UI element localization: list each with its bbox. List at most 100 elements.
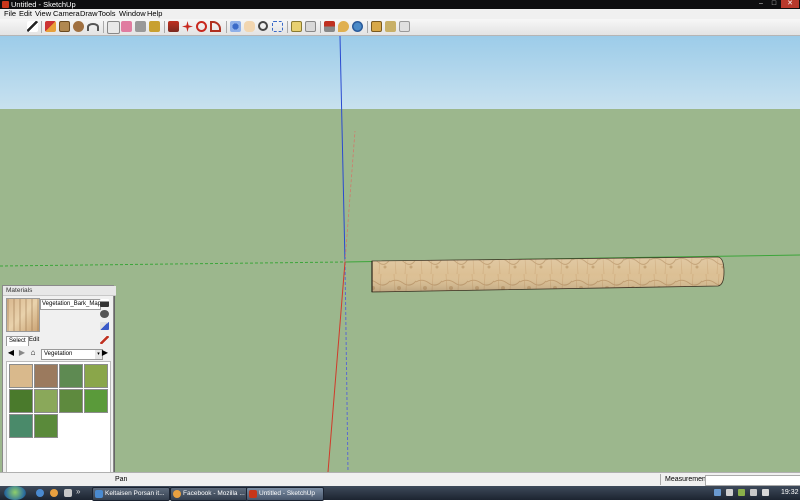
components-icon[interactable] xyxy=(371,21,382,32)
menu-draw[interactable]: Draw xyxy=(80,9,98,19)
measurements-input[interactable] xyxy=(705,475,800,486)
material-swatch[interactable] xyxy=(9,364,33,388)
menu-window[interactable]: Window xyxy=(119,9,146,19)
push-pull-icon[interactable] xyxy=(168,21,179,32)
drawing-viewport[interactable] xyxy=(0,36,800,472)
clock[interactable]: 19:32 xyxy=(781,486,799,500)
material-swatch[interactable] xyxy=(84,364,108,388)
firefox-icon[interactable] xyxy=(50,489,58,497)
model-canvas xyxy=(0,36,800,472)
volume-icon[interactable] xyxy=(750,489,757,496)
red-axis xyxy=(327,261,346,472)
materials-panel-title[interactable]: Materials xyxy=(3,286,116,296)
tape-measure-icon[interactable] xyxy=(135,21,146,32)
firefox-icon xyxy=(173,490,181,498)
pan-icon[interactable] xyxy=(244,21,255,32)
paint-bucket-icon[interactable] xyxy=(149,21,160,32)
menu-edit[interactable]: Edit xyxy=(19,9,32,19)
zoom-extents-icon[interactable] xyxy=(272,21,283,32)
google-earth-icon[interactable] xyxy=(352,21,363,32)
zoom-icon[interactable] xyxy=(258,21,268,31)
show-desktop-icon[interactable] xyxy=(64,489,72,497)
materials-icon[interactable] xyxy=(385,21,396,32)
material-swatch[interactable] xyxy=(84,389,108,413)
material-swatch[interactable] xyxy=(34,389,58,413)
create-material-icon[interactable] xyxy=(100,299,109,307)
red-axis-negative xyxy=(344,130,356,263)
close-button[interactable]: ✕ xyxy=(781,0,799,8)
log-cylinder[interactable] xyxy=(371,256,725,293)
default-material-icon[interactable] xyxy=(100,310,109,318)
security-icon[interactable] xyxy=(738,489,745,496)
ie-icon xyxy=(95,490,103,498)
menu-file[interactable]: File xyxy=(4,9,16,19)
add-location-icon[interactable] xyxy=(338,21,349,32)
material-detail-icon[interactable] xyxy=(100,322,109,330)
task-facebook[interactable]: Facebook - Mozilla ... xyxy=(170,487,248,501)
eraser-icon[interactable] xyxy=(121,21,132,32)
forward-arrow-icon[interactable]: ▶ xyxy=(18,348,26,357)
select-icon[interactable] xyxy=(27,21,38,32)
home-icon[interactable]: ⌂ xyxy=(29,348,37,357)
tab-edit[interactable]: Edit xyxy=(27,336,41,345)
menu-tools[interactable]: Tools xyxy=(98,9,116,19)
menu-help[interactable]: Help xyxy=(147,9,162,19)
move-icon[interactable] xyxy=(182,21,193,32)
material-swatch[interactable] xyxy=(9,414,33,438)
material-swatch[interactable] xyxy=(9,389,33,413)
task-keltaisen[interactable]: Keltaisen Porsan it... xyxy=(92,487,170,501)
details-arrow-icon[interactable]: ▶ xyxy=(101,348,109,357)
material-preview[interactable] xyxy=(6,298,40,332)
menu-camera[interactable]: Camera xyxy=(53,9,80,19)
pencil-icon[interactable] xyxy=(45,21,56,32)
material-name-field[interactable]: Vegetation_Bark_Maple xyxy=(40,299,101,310)
ie-icon[interactable] xyxy=(36,489,44,497)
toolbar-separator xyxy=(164,21,165,33)
collection-select-value: Vegetation xyxy=(44,351,73,357)
share-model-icon[interactable] xyxy=(305,21,316,32)
orbit-icon[interactable] xyxy=(230,21,241,32)
toolbar-separator xyxy=(41,21,42,33)
task-label: Facebook - Mozilla ... xyxy=(183,490,245,497)
circle-icon[interactable] xyxy=(73,21,84,32)
quick-launch-more[interactable]: » xyxy=(76,486,80,498)
measurements-box: Measurements xyxy=(660,474,800,486)
sketchup-app-icon xyxy=(249,490,257,498)
materials-panel: Materials Vegetation_Bark_Maple Select E… xyxy=(2,285,116,487)
green-axis-negative xyxy=(0,261,346,267)
start-button[interactable] xyxy=(4,486,26,500)
network-icon[interactable] xyxy=(726,489,733,496)
minimize-button[interactable]: – xyxy=(755,0,767,8)
title-bar: Untitled - SketchUp – □ ✕ xyxy=(0,0,800,9)
sample-paint-icon[interactable] xyxy=(100,336,109,344)
material-swatch-grid xyxy=(6,361,111,483)
task-label: Keltaisen Porsan it... xyxy=(105,490,165,497)
material-swatch[interactable] xyxy=(34,414,58,438)
sketchup-app-icon[interactable] xyxy=(2,1,9,8)
language-icon[interactable] xyxy=(714,489,721,496)
toolbar-separator xyxy=(287,21,288,33)
material-swatch[interactable] xyxy=(59,389,83,413)
get-models-icon[interactable] xyxy=(291,21,302,32)
material-swatch[interactable] xyxy=(34,364,58,388)
task-sketchup[interactable]: Untitled - SketchUp xyxy=(246,487,324,501)
arc-icon[interactable] xyxy=(87,23,99,31)
blue-axis xyxy=(339,36,346,263)
styles-icon[interactable] xyxy=(399,21,410,32)
collection-select[interactable]: Vegetation ▾ xyxy=(41,349,103,360)
maximize-button[interactable]: □ xyxy=(768,0,780,8)
place-model-icon[interactable] xyxy=(324,21,335,32)
make-component-icon[interactable] xyxy=(107,21,120,34)
tab-select[interactable]: Select xyxy=(6,336,29,346)
toolbar-separator xyxy=(320,21,321,33)
back-arrow-icon[interactable]: ◀ xyxy=(7,348,15,357)
toolbar-separator xyxy=(226,21,227,33)
power-icon[interactable] xyxy=(762,489,769,496)
material-swatch[interactable] xyxy=(59,364,83,388)
menu-view[interactable]: View xyxy=(35,9,51,19)
taskbar: » Keltaisen Porsan it... Facebook - Mozi… xyxy=(0,486,800,501)
rotate-icon[interactable] xyxy=(196,21,207,32)
rectangle-icon[interactable] xyxy=(59,21,70,32)
toolbar-separator xyxy=(367,21,368,33)
offset-icon[interactable] xyxy=(210,21,221,32)
